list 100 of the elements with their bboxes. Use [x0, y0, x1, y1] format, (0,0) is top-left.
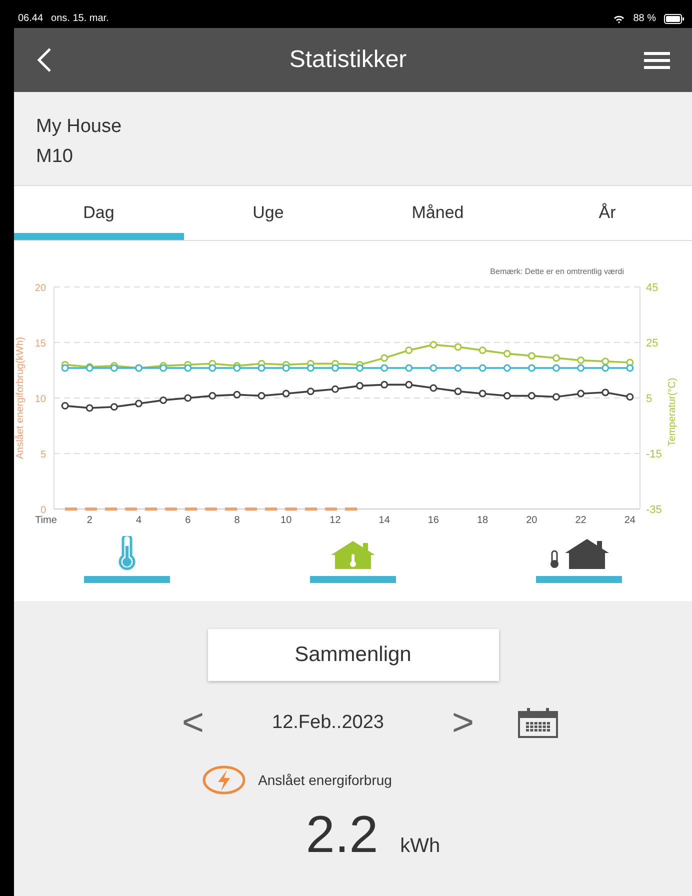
y-tick-label: 5	[40, 450, 46, 460]
status-date: ons. 15. mar.	[51, 13, 109, 24]
point	[331, 364, 339, 372]
point	[478, 346, 486, 354]
x-tick-label: 2	[86, 515, 92, 526]
point	[380, 364, 388, 372]
battery-level: 88 %	[633, 13, 656, 24]
point	[503, 364, 511, 372]
point	[577, 356, 585, 364]
point	[602, 358, 610, 366]
wifi-icon	[613, 14, 626, 24]
selected-date: 12.Feb..2023	[271, 712, 385, 734]
point	[134, 400, 142, 408]
point	[61, 402, 69, 410]
point	[184, 364, 192, 372]
x-tick-label: 16	[428, 515, 440, 526]
previous-date-button[interactable]: <	[178, 704, 208, 742]
point	[380, 380, 388, 388]
x-tick-label: 12	[330, 515, 341, 526]
period-tab[interactable]: Dag	[14, 186, 184, 240]
x-tick-label: 8	[234, 515, 240, 526]
point	[552, 354, 560, 362]
x-tick-label: 22	[575, 515, 586, 526]
point	[528, 392, 536, 400]
point	[86, 404, 94, 412]
point	[528, 364, 536, 372]
point	[503, 350, 511, 358]
point	[626, 393, 634, 401]
point	[577, 390, 585, 398]
x-tick-label: 10	[280, 515, 292, 526]
y2-tick-label: 5	[646, 393, 652, 405]
point	[478, 364, 486, 372]
compare-button[interactable]: Sammenlign	[208, 629, 498, 681]
x-tick-label: 24	[624, 515, 636, 526]
point	[356, 382, 364, 390]
house-icon	[330, 540, 376, 570]
period-tab[interactable]: År	[522, 186, 692, 240]
point	[208, 364, 216, 372]
point	[160, 396, 168, 404]
back-icon[interactable]	[36, 47, 52, 73]
point	[430, 384, 438, 392]
point	[454, 388, 462, 396]
point	[233, 390, 241, 398]
point	[478, 390, 486, 398]
point	[405, 364, 413, 372]
point	[356, 364, 364, 372]
point	[503, 392, 511, 400]
screen-title: Statistikker	[289, 46, 407, 74]
point	[258, 392, 266, 400]
x-tick-label: 20	[526, 515, 538, 526]
point	[61, 364, 69, 372]
device-name: My House	[36, 116, 123, 138]
point	[552, 393, 560, 401]
point	[602, 388, 610, 396]
thermometer-house-icon	[549, 538, 609, 570]
point	[454, 343, 462, 351]
y-tick-label: 10	[34, 394, 46, 405]
point	[331, 385, 339, 393]
point	[282, 364, 290, 372]
period-tab[interactable]: Uge	[184, 186, 353, 240]
x-tick-label: 6	[185, 515, 191, 526]
point	[528, 352, 536, 360]
point	[577, 364, 585, 372]
status-time: 06.44	[18, 13, 44, 24]
point	[184, 394, 192, 402]
device-model: M10	[36, 146, 74, 168]
menu-icon[interactable]	[644, 50, 670, 70]
point	[454, 364, 462, 372]
battery-icon	[664, 14, 684, 24]
point	[552, 364, 560, 372]
point	[405, 346, 413, 354]
period-tab[interactable]: Måned	[353, 186, 522, 240]
y-tick-label: 15	[34, 338, 46, 350]
point	[110, 403, 118, 411]
point	[602, 364, 610, 372]
point	[380, 354, 388, 362]
x-tick-label: 4	[136, 515, 142, 526]
chart-note: Bemærk: Dette er en omtrentlig værdi	[490, 267, 624, 276]
y2-axis-title: Temperatur(°C)	[667, 378, 678, 446]
y2-tick-label: 25	[646, 338, 658, 350]
x-tick-label: 18	[477, 515, 488, 526]
y-tick-label: 20	[34, 283, 46, 294]
energy-value: 2.2	[306, 805, 378, 865]
y2-tick-label: -15	[646, 448, 662, 460]
y-axis-title: Anslået energiforbrug(kWh)	[15, 336, 26, 460]
point	[208, 392, 216, 400]
x-tick-label: 14	[378, 515, 390, 526]
y2-tick-label: 45	[646, 282, 658, 294]
energy-unit: kWh	[400, 835, 440, 858]
x-axis-title: Time	[35, 515, 57, 526]
lightning-icon	[202, 765, 246, 795]
point	[306, 388, 314, 396]
point	[258, 364, 266, 372]
y-tick-label: 0	[40, 505, 46, 516]
calendar-icon[interactable]	[518, 708, 558, 738]
y2-tick-label: -35	[646, 504, 662, 516]
point	[405, 380, 413, 388]
point	[430, 364, 438, 372]
point	[306, 364, 314, 372]
next-date-button[interactable]: >	[448, 704, 478, 742]
